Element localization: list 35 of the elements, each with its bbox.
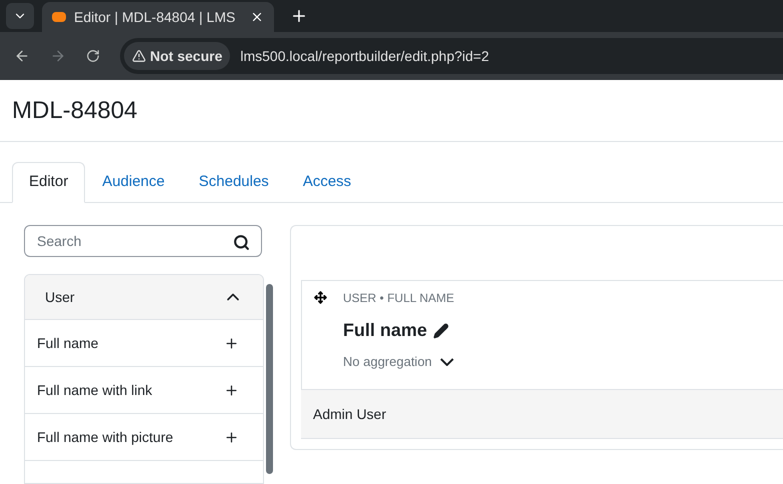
warning-icon — [132, 49, 146, 63]
plus-icon — [224, 430, 239, 444]
accordion-header[interactable]: User — [25, 275, 263, 320]
reload-icon[interactable] — [86, 49, 100, 63]
nav-tab[interactable]: Schedules — [182, 162, 286, 202]
search-icon[interactable] — [233, 234, 250, 251]
url-text: lms500.local/reportbuilder/edit.php?id=2 — [240, 46, 490, 66]
move-icon[interactable] — [314, 291, 327, 304]
source-item[interactable]: Full name with picture — [25, 414, 263, 461]
source-item[interactable]: Full name — [25, 320, 263, 367]
scrollbar[interactable] — [266, 284, 273, 474]
tab-list-button[interactable] — [6, 3, 34, 29]
search-field[interactable]: Search — [24, 225, 262, 257]
security-chip[interactable]: Not secure — [124, 42, 230, 70]
edit-icon[interactable] — [433, 322, 450, 338]
page-title: MDL-84804 — [12, 96, 138, 126]
new-tab-icon[interactable] — [290, 7, 308, 25]
back-icon[interactable] — [14, 48, 30, 64]
forward-icon[interactable] — [50, 48, 66, 64]
plus-icon — [224, 382, 239, 398]
nav-tab[interactable]: Editor — [12, 162, 86, 203]
column-heading: Full name — [343, 319, 428, 342]
nav-tab[interactable]: Audience — [85, 162, 182, 202]
nav-tab[interactable]: Access — [286, 162, 368, 202]
aggregation-dropdown[interactable]: No aggregation — [343, 352, 454, 372]
column-source: USER • FULL NAME — [343, 290, 454, 307]
chevron-down-icon — [440, 358, 454, 366]
table-cell: Admin User — [301, 390, 783, 439]
browser-tab[interactable]: Editor | MDL-84804 | LMS — [42, 2, 274, 32]
source-item[interactable]: Full name with link — [25, 367, 263, 414]
plus-icon — [224, 336, 239, 350]
address-field[interactable]: Not secure lms500.local/reportbuilder/edit.php?id=2 — [120, 38, 783, 74]
tab-title: Editor | MDL-84804 | LMS — [74, 8, 236, 27]
close-icon[interactable] — [250, 10, 264, 24]
site-logo-icon — [52, 12, 66, 22]
